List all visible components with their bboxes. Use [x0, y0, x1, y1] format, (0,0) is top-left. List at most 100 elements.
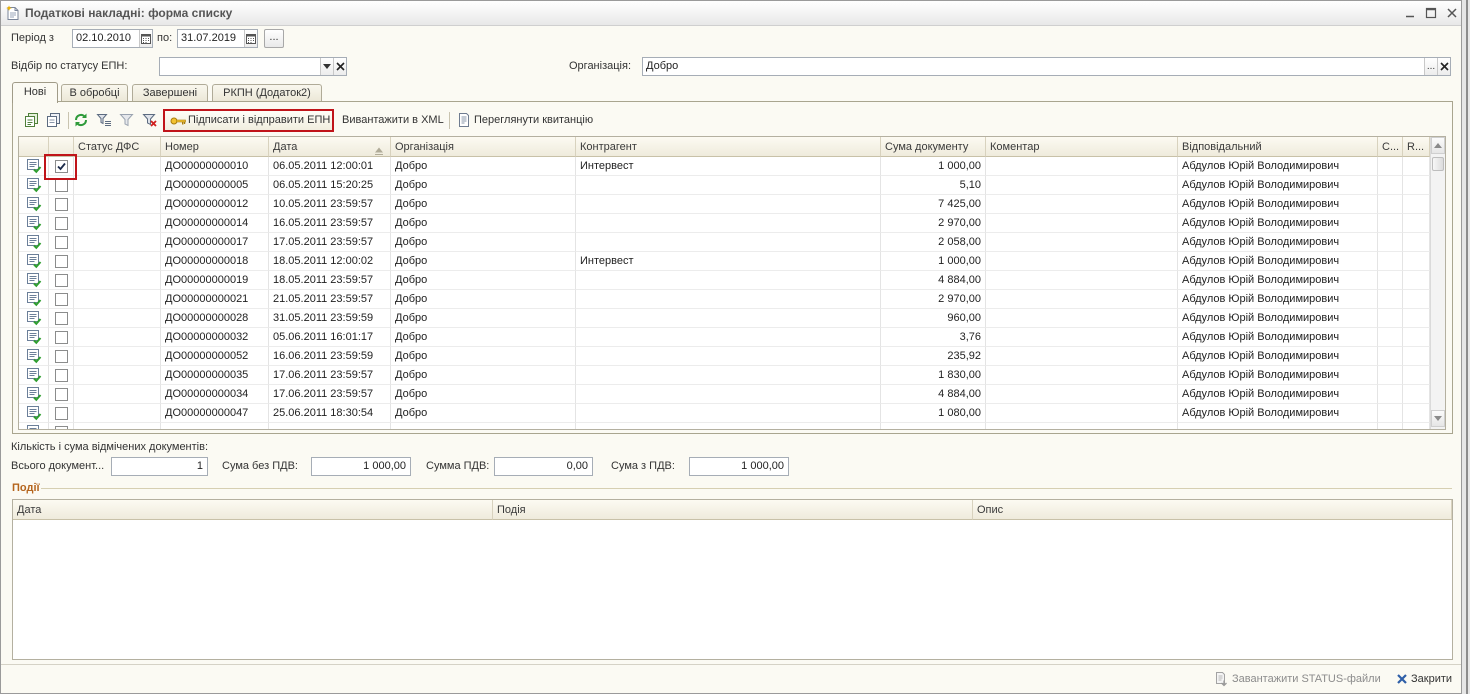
row-checkbox-cell[interactable] [49, 423, 74, 429]
close-icon[interactable] [1396, 673, 1408, 685]
table-row[interactable]: ДО00000000005 06.05.2011 15:20:25 Добро … [19, 176, 1430, 195]
period-from-value[interactable]: 02.10.2010 [76, 32, 131, 45]
table-row[interactable]: ДО00000000034 17.06.2011 23:59:57 Добро … [19, 385, 1430, 404]
header-r[interactable]: R... [1403, 137, 1430, 157]
sum-with-vat-field[interactable]: 1 000,00 [689, 457, 789, 476]
clear-filter-icon[interactable] [142, 112, 158, 128]
table-row[interactable]: ДО00000000019 18.05.2011 23:59:57 Добро … [19, 271, 1430, 290]
choose-period-button[interactable]: ... [264, 29, 284, 48]
row-checkbox-cell[interactable] [49, 347, 74, 366]
copy-icon[interactable] [45, 112, 61, 128]
row-checkbox-cell[interactable] [49, 195, 74, 214]
minimize-icon[interactable] [1403, 6, 1417, 20]
header-status-dfs[interactable]: Статус ДФС [74, 137, 161, 157]
row-checkbox-cell[interactable] [49, 290, 74, 309]
header-number[interactable]: Номер [161, 137, 269, 157]
add-by-copying-icon[interactable] [23, 112, 39, 128]
sign-and-send-button[interactable]: Підписати і відправити ЕПН [163, 109, 334, 132]
table-row[interactable]: ДО00000000021 21.05.2011 23:59:57 Добро … [19, 290, 1430, 309]
vertical-scrollbar[interactable] [1430, 137, 1445, 429]
status-filter-field[interactable] [159, 57, 347, 76]
title-bar[interactable]: Податкові накладні: форма списку [1, 1, 1461, 26]
calendar-icon[interactable] [244, 30, 257, 47]
header-organization[interactable]: Організація [391, 137, 576, 157]
refresh-icon[interactable] [73, 112, 89, 128]
organization-field[interactable]: Добро ... [642, 57, 1451, 76]
row-checkbox[interactable] [54, 349, 68, 363]
close-button[interactable]: Закрити [1411, 673, 1452, 686]
header-counterparty[interactable]: Контрагент [576, 137, 881, 157]
row-checkbox[interactable] [54, 330, 68, 344]
header-c[interactable]: С... [1378, 137, 1403, 157]
filter-by-value-icon[interactable] [119, 112, 135, 128]
scroll-down-icon[interactable] [1431, 410, 1445, 427]
header-date[interactable]: Дата [269, 137, 391, 157]
row-checkbox[interactable] [54, 406, 68, 420]
table-row[interactable]: ДО00000000035 17.06.2011 23:59:57 Добро … [19, 366, 1430, 385]
row-checkbox[interactable] [54, 178, 68, 192]
filter-icon[interactable] [96, 112, 112, 128]
events-table[interactable]: Дата Подія Опис [12, 499, 1453, 660]
export-xml-button[interactable]: Вивантажити в XML [342, 114, 444, 127]
row-checkbox-cell[interactable] [49, 252, 74, 271]
count-field[interactable]: 1 [111, 457, 208, 476]
table-row[interactable]: ДО00000000032 05.06.2011 16:01:17 Добро … [19, 328, 1430, 347]
clear-icon[interactable] [333, 58, 346, 75]
period-to-field[interactable]: 31.07.2019 [177, 29, 258, 48]
row-checkbox[interactable] [54, 254, 68, 268]
row-checkbox[interactable] [54, 311, 68, 325]
row-checkbox[interactable] [54, 216, 68, 230]
load-status-files-button[interactable]: Завантажити STATUS-файли [1232, 673, 1381, 686]
organization-choose-button[interactable]: ... [1424, 58, 1437, 75]
row-checkbox-cell[interactable] [49, 366, 74, 385]
table-row[interactable]: ДО00000000010 06.05.2011 12:00:01 Добро … [19, 157, 1430, 176]
organization-value[interactable]: Добро [646, 60, 678, 73]
row-checkbox-cell[interactable] [49, 404, 74, 423]
chevron-down-icon[interactable] [320, 58, 333, 75]
tab-in-processing[interactable]: В обробці [61, 84, 128, 102]
row-checkbox-cell[interactable] [49, 271, 74, 290]
table-row[interactable] [19, 423, 1430, 429]
events-header-event[interactable]: Подія [493, 500, 973, 520]
table-row[interactable]: ДО00000000052 16.06.2011 23:59:59 Добро … [19, 347, 1430, 366]
table-row[interactable]: ДО00000000014 16.05.2011 23:59:57 Добро … [19, 214, 1430, 233]
tab-new[interactable]: Нові [12, 82, 58, 103]
header-comment[interactable]: Коментар [986, 137, 1178, 157]
row-checkbox[interactable] [54, 368, 68, 382]
row-checkbox-cell[interactable] [49, 385, 74, 404]
row-checkbox-cell[interactable] [49, 214, 74, 233]
tab-completed[interactable]: Завершені [132, 84, 208, 102]
table-row[interactable]: ДО00000000017 17.05.2011 23:59:57 Добро … [19, 233, 1430, 252]
period-to-value[interactable]: 31.07.2019 [181, 32, 236, 45]
scroll-thumb[interactable] [1432, 157, 1444, 171]
table-row[interactable]: ДО00000000018 18.05.2011 12:00:02 Добро … [19, 252, 1430, 271]
vat-field[interactable]: 0,00 [494, 457, 593, 476]
events-header-description[interactable]: Опис [973, 500, 1452, 520]
row-checkbox[interactable] [54, 425, 68, 429]
row-checkbox[interactable] [54, 197, 68, 211]
view-receipt-button[interactable]: Переглянути квитанцію [474, 114, 593, 127]
row-checkbox-cell[interactable] [49, 328, 74, 347]
tab-rkpn[interactable]: РКПН (Додаток2) [212, 84, 322, 102]
table-row[interactable]: ДО00000000012 10.05.2011 23:59:57 Добро … [19, 195, 1430, 214]
events-header-date[interactable]: Дата [13, 500, 493, 520]
calendar-icon[interactable] [139, 30, 152, 47]
documents-table[interactable]: Статус ДФС Номер Дата Організація Контра… [18, 136, 1446, 430]
sum-without-vat-field[interactable]: 1 000,00 [311, 457, 411, 476]
receipt-icon[interactable] [456, 112, 472, 128]
row-checkbox[interactable] [54, 235, 68, 249]
maximize-icon[interactable] [1424, 6, 1438, 20]
table-row[interactable]: ДО00000000047 25.06.2011 18:30:54 Добро … [19, 404, 1430, 423]
status-files-icon[interactable] [1213, 671, 1229, 687]
header-responsible[interactable]: Відповідальний [1178, 137, 1378, 157]
period-from-field[interactable]: 02.10.2010 [72, 29, 153, 48]
scroll-up-icon[interactable] [1431, 137, 1445, 154]
header-amount[interactable]: Сума документу [881, 137, 986, 157]
row-checkbox[interactable] [54, 292, 68, 306]
row-checkbox-cell[interactable] [49, 233, 74, 252]
close-window-icon[interactable] [1445, 6, 1459, 20]
row-checkbox[interactable] [54, 273, 68, 287]
row-checkbox-cell[interactable] [49, 309, 74, 328]
row-checkbox[interactable] [54, 387, 68, 401]
table-row[interactable]: ДО00000000028 31.05.2011 23:59:59 Добро … [19, 309, 1430, 328]
